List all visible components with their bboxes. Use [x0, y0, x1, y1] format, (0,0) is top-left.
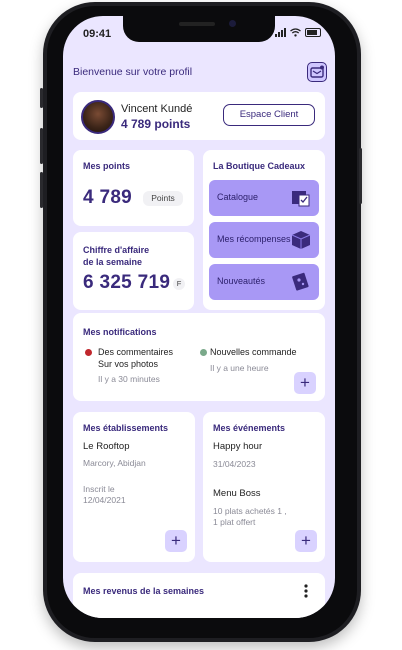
- phone-volume-down: [40, 172, 43, 208]
- event-2-line1: 10 plats achetés 1 ,: [213, 506, 287, 516]
- notifications-title: Mes notifications: [83, 327, 157, 337]
- establishments-title: Mes établissements: [83, 423, 169, 433]
- events-card: Mes événements Happy hour 31/04/2023 Men…: [203, 412, 325, 562]
- event-2-name[interactable]: Menu Boss: [213, 488, 261, 499]
- revenue-value: 6 325 719: [83, 272, 171, 293]
- phone-power-button: [359, 148, 362, 204]
- notification-dot-green: [200, 349, 207, 356]
- phone-volume-up: [40, 128, 43, 164]
- weekly-revenue-card: Mes revenus de la semaines: [73, 573, 325, 618]
- new-items-button[interactable]: Nouveautés: [209, 264, 319, 300]
- revenue-unit: F: [173, 278, 185, 290]
- gift-box-icon: [291, 231, 311, 249]
- phone-side-button: [40, 88, 43, 108]
- wifi-icon: [290, 28, 301, 37]
- establishment-registered-date: 12/04/2021: [83, 495, 126, 505]
- event-1-name[interactable]: Happy hour: [213, 441, 262, 452]
- notifications-card: Mes notifications Des commentaires Sur v…: [73, 313, 325, 401]
- page-title: Bienvenue sur votre profil: [73, 66, 193, 78]
- app-screen: 09:41 Bienvenue sur votre profil Vincent…: [63, 16, 335, 618]
- establishment-location: Marcory, Abidjan: [83, 458, 146, 468]
- gift-shop-card: La Boutique Cadeaux Catalogue Mes récomp…: [203, 150, 325, 310]
- status-time: 09:41: [83, 28, 112, 40]
- event-2-line2: 1 plat offert: [213, 517, 256, 527]
- my-rewards-label: Mes récompenses: [217, 234, 291, 244]
- events-title: Mes événements: [213, 423, 286, 433]
- profile-card-icon[interactable]: [307, 62, 327, 82]
- notification-1-line2[interactable]: Sur vos photos: [98, 358, 158, 370]
- notification-2-time: Il y a une heure: [210, 363, 269, 373]
- user-card: Vincent Kundé 4 789 points Espace Client: [73, 92, 325, 140]
- notification-dot-red: [85, 349, 92, 356]
- points-unit: Points: [143, 191, 183, 206]
- new-items-label: Nouveautés: [217, 276, 266, 286]
- add-notification-button[interactable]: +: [294, 372, 316, 394]
- client-space-button[interactable]: Espace Client: [223, 104, 315, 126]
- notification-1-time: Il y a 30 minutes: [98, 374, 160, 384]
- add-event-button[interactable]: +: [295, 530, 317, 552]
- establishments-card: Mes établissements Le Rooftop Marcory, A…: [73, 412, 195, 562]
- gift-shop-title: La Boutique Cadeaux: [213, 161, 306, 171]
- more-options-icon[interactable]: [300, 583, 312, 599]
- revenue-title-line2: de la semaine: [83, 257, 143, 267]
- notification-2-line1[interactable]: Nouvelles commande: [210, 346, 297, 358]
- catalog-label: Catalogue: [217, 192, 259, 202]
- user-points: 4 789 points: [121, 117, 191, 131]
- event-1-date: 31/04/2023: [213, 459, 256, 469]
- catalog-button[interactable]: Catalogue: [209, 180, 319, 216]
- battery-icon: [305, 28, 321, 37]
- status-icons: [275, 28, 321, 37]
- establishment-name[interactable]: Le Rooftop: [83, 441, 129, 452]
- my-rewards-button[interactable]: Mes récompenses: [209, 222, 319, 258]
- notch: [123, 16, 275, 42]
- revenue-title-line1: Chiffre d'affaire: [83, 245, 150, 255]
- avatar: [81, 100, 115, 134]
- points-card: Mes points 4 789 Points: [73, 150, 194, 226]
- new-item-icon: [292, 272, 309, 291]
- catalog-box-icon: [292, 191, 310, 207]
- points-value: 4 789: [83, 187, 133, 208]
- weekly-revenue-title: Mes revenus de la semaines: [83, 586, 205, 596]
- add-establishment-button[interactable]: +: [165, 530, 187, 552]
- user-name: Vincent Kundé: [121, 103, 193, 115]
- revenue-card: Chiffre d'affaire de la semaine 6 325 71…: [73, 232, 194, 310]
- notification-1-line1[interactable]: Des commentaires: [98, 346, 173, 358]
- points-title: Mes points: [83, 161, 131, 171]
- establishment-registered-label: Inscrit le: [83, 484, 115, 494]
- signal-icon: [275, 28, 286, 37]
